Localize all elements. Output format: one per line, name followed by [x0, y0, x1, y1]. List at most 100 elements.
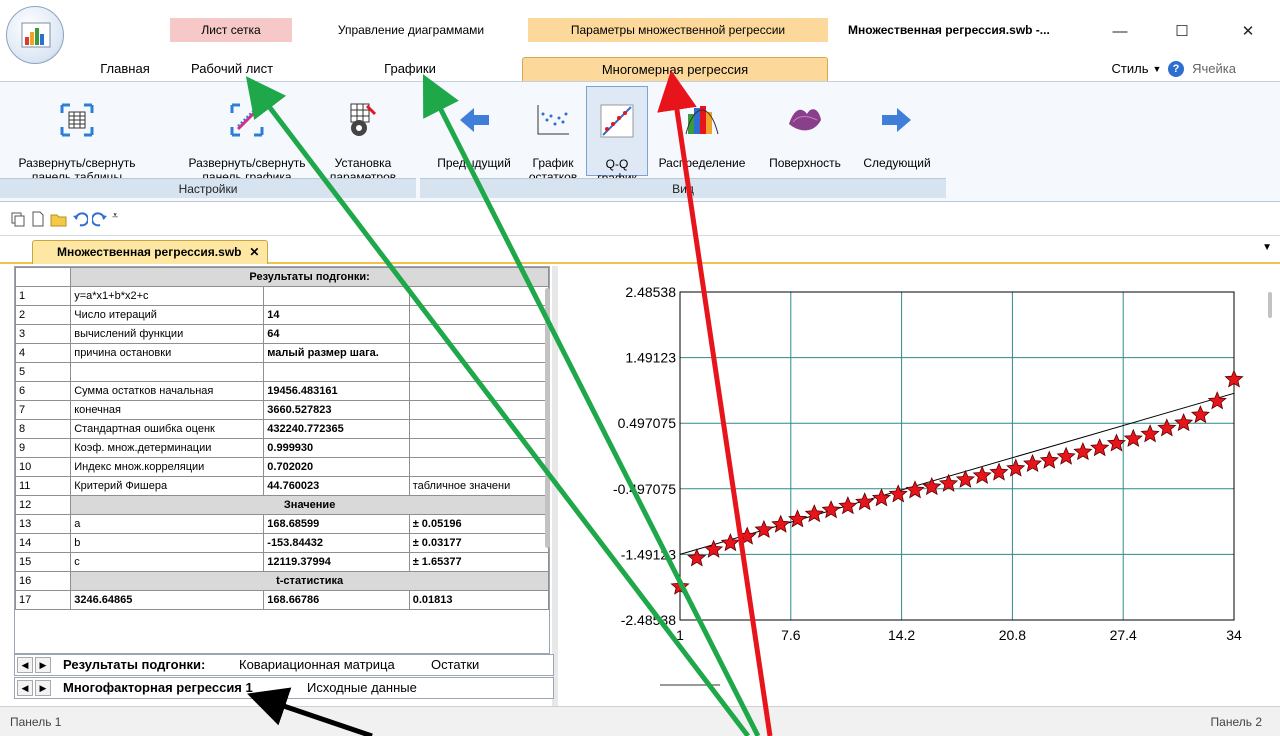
context-tab-grid[interactable]: Лист сетка — [170, 18, 292, 42]
table-cell[interactable] — [263, 286, 410, 306]
row-number[interactable]: 5 — [15, 362, 72, 382]
table-cell[interactable]: 19456.483161 — [263, 381, 410, 401]
toggle-chart-panel-button[interactable]: Развернуть/свернуть панель графика — [172, 88, 322, 184]
tab-home[interactable]: Главная — [80, 57, 170, 81]
table-cell[interactable] — [408, 457, 549, 477]
help-icon[interactable]: ? — [1168, 61, 1184, 77]
table-cell[interactable] — [408, 381, 549, 401]
document-tab[interactable]: Множественная регрессия.swb ✕ — [32, 240, 269, 264]
table-cell[interactable]: -153.84432 — [263, 533, 410, 553]
sheet-tab-covariance[interactable]: Ковариационная матрица — [233, 655, 401, 675]
table-cell[interactable]: 168.66786 — [263, 590, 410, 610]
row-number[interactable]: 11 — [15, 476, 72, 496]
prev-panel-icon[interactable]: ◀ — [17, 680, 33, 696]
corner-cell[interactable] — [15, 267, 72, 287]
tab-list-chevron-icon[interactable]: ▼ — [1262, 242, 1272, 253]
table-cell[interactable] — [408, 286, 549, 306]
table-cell[interactable]: табличное значени — [408, 476, 549, 496]
table-cell[interactable] — [408, 324, 549, 344]
app-menu-button[interactable] — [6, 6, 64, 64]
next-sheet-icon[interactable]: ▶ — [35, 657, 51, 673]
row-number[interactable]: 6 — [15, 381, 72, 401]
table-cell[interactable]: Стандартная ошибка оценк — [70, 419, 265, 439]
table-cell[interactable]: y=a*x1+b*x2+c — [70, 286, 265, 306]
previous-button[interactable]: Предыдущий — [426, 88, 522, 170]
panel-divider[interactable] — [552, 266, 558, 706]
table-cell[interactable]: 44.760023 — [263, 476, 410, 496]
table-cell[interactable]: Критерий Фишера — [70, 476, 265, 496]
panel-tab-source-data[interactable]: Исходные данные — [301, 678, 423, 698]
table-cell[interactable]: вычислений функции — [70, 324, 265, 344]
table-cell[interactable]: Индекс множ.корреляции — [70, 457, 265, 477]
table-cell[interactable]: 0.01813 — [408, 590, 549, 610]
table-cell[interactable] — [408, 362, 549, 382]
set-parameters-button[interactable]: Установка параметров — [318, 88, 408, 184]
row-number[interactable]: 8 — [15, 419, 72, 439]
next-panel-icon[interactable]: ▶ — [35, 680, 51, 696]
maximize-button[interactable]: ☐ — [1162, 20, 1202, 44]
table-cell[interactable] — [408, 419, 549, 439]
customize-toolbar-icon[interactable]: ⩡ — [112, 210, 118, 223]
row-number[interactable]: 9 — [15, 438, 72, 458]
table-cell[interactable] — [263, 362, 410, 382]
table-cell[interactable] — [408, 438, 549, 458]
table-cell[interactable] — [408, 400, 549, 420]
chart-scrollbar-thumb[interactable] — [1268, 292, 1272, 318]
row-number[interactable]: 16 — [15, 571, 72, 591]
table-cell[interactable]: 0.999930 — [263, 438, 410, 458]
toggle-table-panel-button[interactable]: Развернуть/свернуть панель таблицы — [4, 88, 150, 184]
tab-worksheet[interactable]: Рабочий лист — [176, 57, 288, 81]
section-header[interactable]: t-статистика — [70, 571, 549, 591]
close-button[interactable]: ✕ — [1228, 20, 1268, 44]
row-number[interactable]: 4 — [15, 343, 72, 363]
table-cell[interactable]: 14 — [263, 305, 410, 325]
residuals-chart-button[interactable]: График остатков — [522, 88, 584, 184]
redo-icon[interactable] — [92, 211, 108, 227]
new-file-icon[interactable] — [30, 211, 46, 227]
qq-chart-button[interactable]: Q-Q график — [586, 86, 648, 185]
row-number[interactable]: 10 — [15, 457, 72, 477]
table-cell[interactable]: ± 1.65377 — [408, 552, 549, 572]
table-cell[interactable]: конечная — [70, 400, 265, 420]
row-number[interactable]: 17 — [15, 590, 72, 610]
table-cell[interactable]: a — [70, 514, 265, 534]
scrollbar-thumb[interactable] — [545, 288, 550, 548]
row-number[interactable]: 1 — [15, 286, 72, 306]
table-cell[interactable]: c — [70, 552, 265, 572]
prev-sheet-icon[interactable]: ◀ — [17, 657, 33, 673]
table-title[interactable]: Результаты подгонки: — [70, 267, 549, 287]
undo-icon[interactable] — [72, 211, 88, 227]
row-number[interactable]: 7 — [15, 400, 72, 420]
context-tab-chart-management[interactable]: Управление диаграммами — [296, 18, 526, 42]
table-cell[interactable]: ± 0.05196 — [408, 514, 549, 534]
next-button[interactable]: Следующий — [852, 88, 942, 170]
table-cell[interactable]: 3660.527823 — [263, 400, 410, 420]
row-number[interactable]: 14 — [15, 533, 72, 553]
open-folder-icon[interactable] — [50, 211, 68, 227]
row-number[interactable]: 15 — [15, 552, 72, 572]
distribution-button[interactable]: Распределение — [652, 88, 752, 170]
table-cell[interactable]: 12119.37994 — [263, 552, 410, 572]
table-cell[interactable]: Коэф. множ.детерминации — [70, 438, 265, 458]
table-cell[interactable]: малый размер шага. — [263, 343, 410, 363]
table-cell[interactable]: причина остановки — [70, 343, 265, 363]
cell-label[interactable]: Ячейка — [1188, 57, 1240, 81]
tab-multivariate-regression[interactable]: Многомерная регрессия — [522, 57, 828, 81]
close-icon[interactable]: ✕ — [249, 241, 259, 263]
section-header[interactable]: Значение — [70, 495, 549, 515]
row-number[interactable]: 13 — [15, 514, 72, 534]
context-tab-multireg-params[interactable]: Параметры множественной регрессии — [528, 18, 828, 42]
table-cell[interactable]: ± 0.03177 — [408, 533, 549, 553]
row-number[interactable]: 2 — [15, 305, 72, 325]
table-cell[interactable]: 0.702020 — [263, 457, 410, 477]
table-cell[interactable]: 3246.64865 — [70, 590, 265, 610]
chevron-down-icon[interactable]: ▼ — [1150, 57, 1164, 81]
surface-button[interactable]: Поверхность — [756, 88, 854, 170]
panel-tab-multifactor[interactable]: Многофакторная регрессия 1 — [57, 678, 259, 698]
table-cell[interactable]: b — [70, 533, 265, 553]
copy-icon[interactable] — [10, 211, 26, 227]
tab-charts[interactable]: Графики — [340, 57, 480, 81]
table-cell[interactable]: Число итераций — [70, 305, 265, 325]
table-cell[interactable] — [408, 305, 549, 325]
minimize-button[interactable]: — — [1100, 20, 1140, 44]
